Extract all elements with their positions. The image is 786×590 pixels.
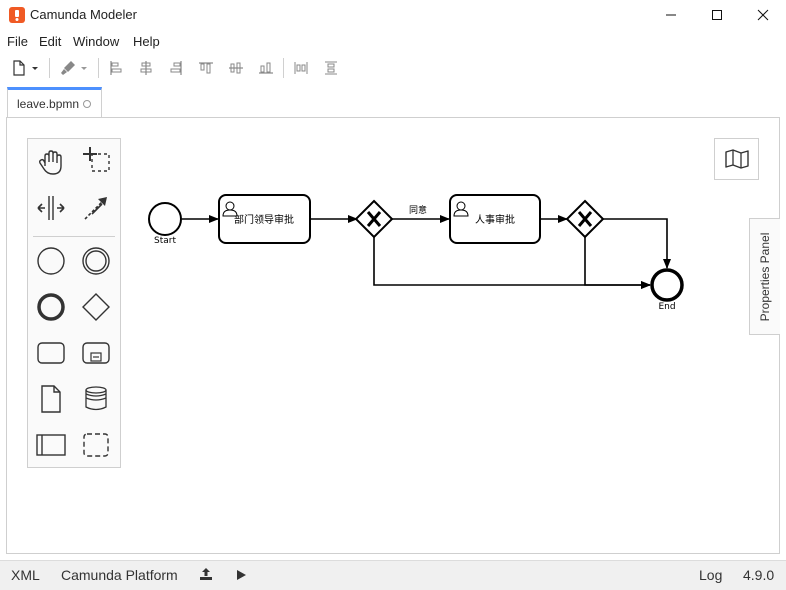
- task2-label: 人事审批: [475, 213, 515, 226]
- user-task-2[interactable]: 人事审批: [449, 194, 541, 244]
- run-icon[interactable]: [234, 567, 248, 583]
- end-event[interactable]: [650, 268, 684, 302]
- version-label: 4.9.0: [743, 567, 775, 583]
- end-event-label: End: [658, 302, 675, 312]
- platform-selector[interactable]: Camunda Platform: [61, 567, 178, 583]
- task1-label: 部门领导审批: [234, 213, 294, 226]
- user-task-1[interactable]: 部门领导审批: [218, 194, 311, 244]
- log-button[interactable]: Log: [699, 567, 722, 583]
- exclusive-gateway-2[interactable]: [565, 199, 605, 239]
- xml-button[interactable]: XML: [11, 567, 40, 583]
- flow-gateway2-end[interactable]: [602, 218, 671, 269]
- exclusive-gateway-1[interactable]: [354, 199, 394, 239]
- bpmn-diagram: Start 部门领导审批 同意 人事审批 End: [148, 194, 684, 312]
- start-event-label: Start: [154, 236, 176, 246]
- deploy-icon[interactable]: [198, 566, 214, 582]
- start-event[interactable]: [148, 202, 182, 236]
- flow-gateway2-reject[interactable]: [584, 236, 651, 289]
- flow-agree-label: 同意: [409, 204, 427, 216]
